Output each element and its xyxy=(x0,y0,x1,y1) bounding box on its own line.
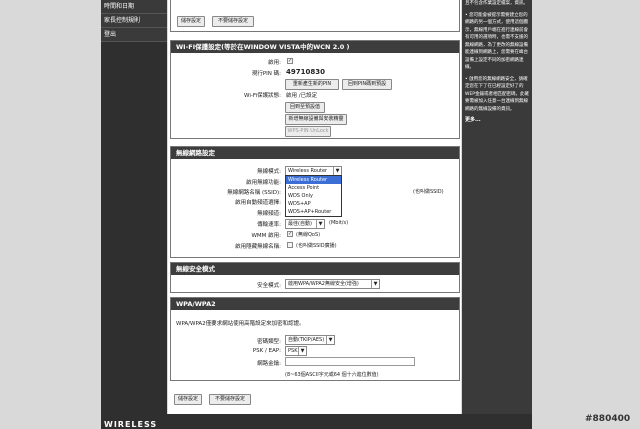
wpa-title: WPA/WPA2 xyxy=(171,298,459,310)
mode-label: 無線模式: xyxy=(257,169,281,175)
help-text: 且不包含作業設定檔案，資訊。 xyxy=(465,1,528,6)
wps-status-value: 啟用 /已設定 xyxy=(286,93,318,99)
autochan-label: 啟用自動頻道選擇: xyxy=(235,200,281,206)
hidden-label: 啟用隱藏無線名稱: xyxy=(235,244,281,250)
mode-option[interactable]: WDS Only xyxy=(286,192,341,200)
security-panel: 無線安全模式 安全模式: 啟用WPA/WPA2無線安全(增強) ▼ xyxy=(170,262,460,293)
chan-label: 無線頻道: xyxy=(257,211,281,217)
mode-option[interactable]: WDS+AP+Router xyxy=(286,208,341,216)
mode-select-value: Wireless Router xyxy=(288,168,328,174)
mode-option[interactable]: WDS+AP xyxy=(286,200,341,208)
rate-label: 傳輸速率: xyxy=(257,222,281,228)
rate-select[interactable]: 最佳(自動) ▼ xyxy=(285,219,325,229)
key-note: (8~63個ASCII字元或64 個十六進位數值) xyxy=(285,372,379,378)
help-text: • 啟用您的無線網路安全，請確定您在下了在已經設定好了的WEP金鑰或者相匹配密碼… xyxy=(465,76,530,112)
nav-item-parental[interactable]: 家長控制規則 xyxy=(101,14,167,28)
mode-dropdown-list: Wireless Router Access Point WDS Only WD… xyxy=(285,175,342,217)
wmm-label: WMM 啟用: xyxy=(251,233,281,239)
reset-default-button[interactable]: 回到至預設值 xyxy=(285,102,325,113)
main-content: 儲存設定 不要儲存設定 WI-FI保護設定(等於在WINDOW VISTA中的W… xyxy=(168,0,461,429)
chevron-down-icon: ▼ xyxy=(333,167,341,175)
help-sidebar: 且不包含作業設定檔案，資訊。 • 您可能會被提示需要建立您的網路的另一個方式，使… xyxy=(462,0,532,429)
ssid-label: 無線網路名稱 (SSID): xyxy=(227,190,281,196)
hidden-checkbox[interactable] xyxy=(287,242,293,248)
cipher-label: 密碼類型: xyxy=(257,339,281,345)
chevron-down-icon: ▼ xyxy=(316,220,324,228)
wpa-panel: WPA/WPA2 WPA/WPA2僅要求網站使用高階設定來加密和認證。 密碼類型… xyxy=(170,297,460,381)
chevron-down-icon: ▼ xyxy=(371,280,379,288)
wireless-panel: 無線網路設定 無線模式: Wireless Router ▼ 啟用無線功能: 無… xyxy=(170,146,460,258)
hidden-note: (也叫做SSID廣播) xyxy=(296,243,337,249)
top-nosave-button[interactable]: 不要儲存設定 xyxy=(212,16,254,27)
add-device-button[interactable]: 新增無線設備與安裝精靈 xyxy=(285,114,347,125)
security-mode-label: 安全模式: xyxy=(257,283,281,289)
security-mode-select[interactable]: 啟用WPA/WPA2無線安全(增強) ▼ xyxy=(285,279,380,289)
watermark: #880400 xyxy=(585,414,631,424)
enable-label: 啟用無線功能: xyxy=(246,180,281,186)
rate-select-value: 最佳(自動) xyxy=(288,221,312,227)
help-text: • 您可能會被提示需要建立您的網路的另一個方式，使用這個圖示，無線用戶端在進行連… xyxy=(465,12,528,71)
psk-value: PSK xyxy=(288,348,298,354)
ssid-note: (也叫做SSID) xyxy=(413,189,444,195)
bottom-save-button[interactable]: 儲存設定 xyxy=(174,394,202,405)
top-save-button[interactable]: 儲存設定 xyxy=(177,16,205,27)
security-title: 無線安全模式 xyxy=(171,263,459,275)
wps-enable-checkbox[interactable]: ✓ xyxy=(287,58,293,64)
psk-select[interactable]: PSK ▼ xyxy=(285,346,307,356)
psk-label: PSK / EAP: xyxy=(252,348,281,354)
nav-item-time[interactable]: 時間和日期 xyxy=(101,0,167,14)
security-mode-value: 啟用WPA/WPA2無線安全(增強) xyxy=(288,281,359,287)
wpa-desc: WPA/WPA2僅要求網站使用高階設定來加密和認證。 xyxy=(176,321,305,327)
wps-status-label: Wi-Fi保護狀態: xyxy=(244,93,281,99)
mode-option[interactable]: Wireless Router xyxy=(286,176,341,184)
wmm-note: (無線QoS) xyxy=(296,232,321,238)
mode-option[interactable]: Access Point xyxy=(286,184,341,192)
footer-brand: WIRELESS xyxy=(104,420,158,429)
wps-title: WI-FI保護設定(等於在WINDOW VISTA中的WCN 2.0 ) xyxy=(171,41,459,53)
pin-unlock-button[interactable]: WPS-PIN UnLock xyxy=(285,126,331,137)
key-label: 網路金鑰: xyxy=(257,361,281,367)
cipher-value: 自動(TKIP/AES) xyxy=(288,337,325,343)
bottom-nosave-button[interactable]: 不要儲存設定 xyxy=(209,394,251,405)
chevron-down-icon: ▼ xyxy=(298,347,306,355)
wps-enable-label: 啟用: xyxy=(268,60,281,66)
left-nav: 時間和日期 家長控制規則 登出 xyxy=(101,0,167,429)
wmm-checkbox[interactable]: ✓ xyxy=(287,231,293,237)
reset-pin-button[interactable]: 回到PIN碼到預設 xyxy=(342,79,392,90)
bottom-bar xyxy=(101,414,532,429)
wps-pin-label: 現行PIN 碼: xyxy=(251,71,281,77)
network-key-input[interactable] xyxy=(285,357,415,366)
wps-panel: WI-FI保護設定(等於在WINDOW VISTA中的WCN 2.0 ) 啟用:… xyxy=(170,40,460,139)
gen-pin-button[interactable]: 重新產生新的PIN xyxy=(285,79,339,90)
top-panel: 儲存設定 不要儲存設定 xyxy=(170,0,460,32)
more-link[interactable]: 更多... xyxy=(465,117,529,125)
wireless-title: 無線網路設定 xyxy=(171,147,459,159)
chevron-down-icon: ▼ xyxy=(326,336,334,344)
rate-unit: (Mbit/s) xyxy=(329,220,349,226)
nav-item-logout[interactable]: 登出 xyxy=(101,28,167,42)
cipher-select[interactable]: 自動(TKIP/AES) ▼ xyxy=(285,335,335,345)
wps-pin-value: 49710830 xyxy=(286,68,325,76)
